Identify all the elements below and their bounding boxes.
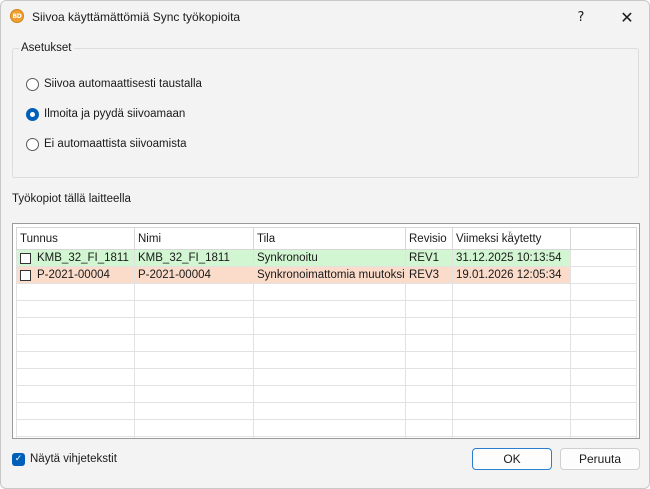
table-row[interactable]: KMB_32_FI_1811 KMB_32_FI_1811 Synkronoit… [16, 249, 637, 267]
radio-label: Ei automaattista siivoamista [44, 138, 187, 150]
cell-status: Synkronoimattomia muutoksia [253, 266, 406, 284]
cell-id-text: P-2021-00004 [37, 269, 110, 281]
column-header-last-used-label: Viimeksi käytetty [456, 232, 542, 245]
cell-id: KMB_32_FI_1811 [16, 249, 135, 267]
column-header-revision[interactable]: Revisio [405, 227, 453, 250]
working-copies-label: Työkopiot tällä laitteella [12, 193, 131, 205]
cell-id: P-2021-00004 [16, 266, 135, 284]
table-row[interactable]: P-2021-00004 P-2021-00004 Synkronoimatto… [16, 266, 637, 284]
help-button[interactable]: ? [559, 1, 603, 33]
cell-status: Synkronoitu [253, 249, 406, 267]
show-tips-label: Näytä vihjetekstit [30, 453, 117, 465]
close-button[interactable]: ✕ [605, 1, 649, 33]
cell-revision: REV3 [405, 266, 453, 284]
radio-option-notify[interactable]: Ilmoita ja pyydä siivoamaan [26, 106, 185, 122]
cell-name: P-2021-00004 [134, 266, 254, 284]
empty-row [16, 300, 637, 318]
row-checkbox[interactable] [20, 252, 31, 264]
radio-label: Ilmoita ja pyydä siivoamaan [44, 108, 186, 120]
column-header-name[interactable]: Nimi [134, 227, 254, 250]
dialog-window: BD Siivoa käyttämättömiä Sync työkopioit… [0, 0, 650, 489]
column-header-last-used[interactable]: ⌄ Viimeksi käytetty [452, 227, 571, 250]
empty-row [16, 351, 637, 369]
radio-button-selected-icon[interactable] [26, 107, 39, 121]
checkmark-icon[interactable]: ✓ [12, 452, 25, 466]
radio-option-auto-background[interactable]: Siivoa automaattisesti taustalla [26, 76, 202, 92]
column-header-filler [570, 227, 637, 250]
title-bar: BD Siivoa käyttämättömiä Sync työkopioit… [1, 1, 649, 33]
radio-button-icon[interactable] [26, 137, 39, 151]
working-copies-grid[interactable]: Tunnus Nimi Tila Revisio ⌄ Viimeksi käyte… [12, 223, 640, 439]
empty-row [16, 283, 637, 301]
empty-row [16, 368, 637, 386]
show-tips-toggle[interactable]: ✓ Näytä vihjetekstit [12, 451, 117, 467]
settings-group-label: Asetukset [19, 42, 74, 54]
cell-last-used: 31.12.2025 10:13:54 [452, 249, 571, 267]
cancel-button[interactable]: Peruuta [560, 448, 640, 470]
window-title: Siivoa käyttämättömiä Sync työkopioita [32, 10, 241, 24]
cell-last-used: 19.01.2026 12:05:34 [452, 266, 571, 284]
column-header-status[interactable]: Tila [253, 227, 406, 250]
column-header-id[interactable]: Tunnus [16, 227, 135, 250]
ok-button[interactable]: OK [472, 448, 552, 470]
empty-row [16, 385, 637, 403]
cell-filler [570, 266, 637, 284]
cell-id-text: KMB_32_FI_1811 [37, 252, 129, 264]
cell-revision: REV1 [405, 249, 453, 267]
empty-row [16, 402, 637, 420]
empty-row [16, 436, 637, 438]
grid-header-row: Tunnus Nimi Tila Revisio ⌄ Viimeksi käyte… [16, 227, 637, 250]
row-checkbox[interactable] [20, 269, 31, 281]
radio-button-icon[interactable] [26, 77, 39, 91]
cell-filler [570, 249, 637, 267]
working-copies-table: Tunnus Nimi Tila Revisio ⌄ Viimeksi käyte… [16, 227, 637, 438]
empty-row [16, 334, 637, 352]
app-logo-icon: BD [10, 9, 24, 23]
radio-option-no-auto[interactable]: Ei automaattista siivoamista [26, 136, 187, 152]
empty-row [16, 317, 637, 335]
radio-label: Siivoa automaattisesti taustalla [44, 78, 202, 90]
empty-row [16, 419, 637, 437]
sort-indicator-icon: ⌄ [507, 227, 513, 236]
cell-name: KMB_32_FI_1811 [134, 249, 254, 267]
